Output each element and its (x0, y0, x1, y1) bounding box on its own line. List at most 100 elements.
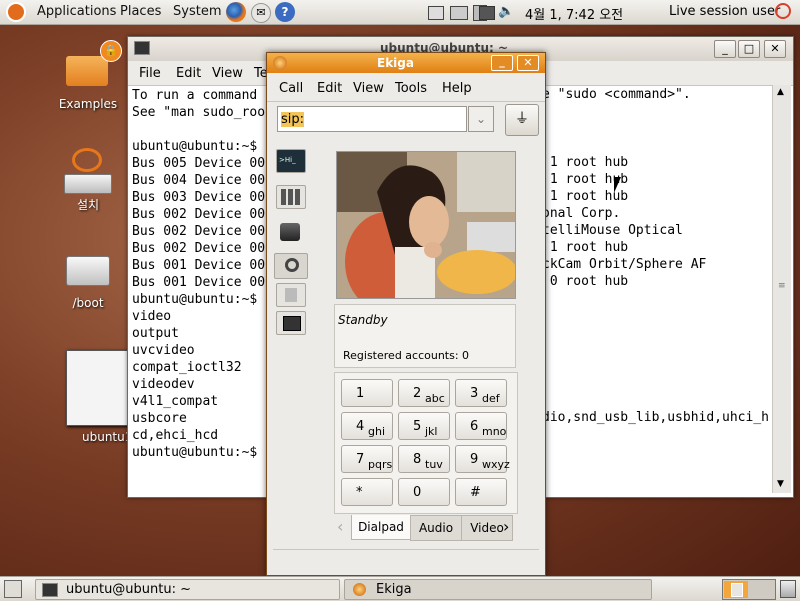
dialpad-key[interactable]: 6 mno (455, 412, 507, 440)
address-book-button[interactable] (276, 221, 306, 245)
mail-tray-icon[interactable] (450, 6, 468, 20)
desktop-icon-install[interactable]: 설치 (38, 148, 138, 216)
scroll-down-icon[interactable]: ▼ (777, 479, 784, 489)
dialpad-key[interactable]: 3 def (455, 379, 507, 407)
bottom-panel: ubuntu@ubuntu: ~ Ekiga (0, 576, 800, 601)
dialpad-key[interactable]: 4 ghi (341, 412, 393, 440)
hold-button[interactable] (276, 283, 306, 307)
tab-audio[interactable]: Audio (410, 515, 462, 541)
dialpad-key[interactable]: * (341, 478, 393, 506)
show-desktop-icon[interactable] (4, 580, 22, 598)
webcam-button[interactable] (274, 253, 308, 279)
monitor-icon (283, 316, 301, 331)
menu-separator (267, 101, 545, 102)
transfer-button[interactable] (276, 311, 306, 335)
terminal-line-fragment: 1 root hub (542, 240, 629, 255)
terminal-line-fragment: onal Corp. (542, 206, 621, 221)
dialpad-side-button[interactable] (276, 185, 306, 209)
terminal-line-fragment: 0 root hub (542, 274, 629, 289)
clock[interactable]: 4월 1, 7:42 오전 (525, 4, 623, 23)
volume-icon[interactable]: 🔈 (498, 4, 514, 19)
keyboard-indicator-icon[interactable] (428, 6, 444, 20)
menu-call[interactable]: Call (279, 81, 303, 96)
window-thumbnail-icon (731, 583, 743, 597)
system-menu[interactable]: System (173, 4, 221, 19)
terminal-scrollbar[interactable]: ▲ ≡ ▼ (772, 85, 791, 493)
taskbar-item-terminal[interactable]: ubuntu@ubuntu: ~ (35, 579, 340, 600)
drive-icon (64, 174, 112, 194)
terminal-line: ubuntu@ubuntu:~$ (132, 292, 258, 307)
desktop-icon-label: ubuntu1 (82, 430, 133, 444)
taskbar-item-ekiga[interactable]: Ekiga (344, 579, 652, 600)
dialpad-key[interactable]: # (455, 478, 507, 506)
dialpad-key[interactable]: 0 (398, 478, 450, 506)
video-preview (336, 151, 516, 299)
desktop-icon-boot[interactable]: /boot (38, 256, 138, 316)
mail-icon[interactable]: ✉ (251, 3, 271, 23)
terminal-line-fragment: ckCam Orbit/Sphere AF (542, 257, 707, 272)
terminal-line: Bus 002 Device 00 (132, 241, 266, 256)
terminal-line-fragment: 1 root hub (542, 155, 629, 170)
ekiga-titlebar[interactable]: Ekiga _ ✕ (267, 53, 545, 73)
applications-menu[interactable]: Applications (37, 4, 116, 19)
tab-dialpad[interactable]: Dialpad (351, 515, 411, 540)
ekiga-app-icon (273, 56, 287, 70)
session-user-label[interactable]: Live session user (669, 4, 780, 19)
dialpad-key[interactable]: 5 jkl (398, 412, 450, 440)
terminal-line: output (132, 326, 179, 341)
scroll-up-icon[interactable]: ▲ (777, 87, 784, 97)
terminal-line: See "man sudo_roo (132, 105, 266, 120)
bottom-separator (273, 549, 539, 550)
scroll-grip-icon[interactable]: ≡ (778, 281, 786, 291)
help-icon[interactable]: ? (275, 2, 295, 22)
menu-help[interactable]: Help (442, 81, 472, 96)
desktop-icon-label: Examples (58, 97, 118, 111)
dialpad-key[interactable]: 2 abc (398, 379, 450, 407)
mouse-cursor-icon (614, 177, 621, 193)
dialpad-key[interactable]: 8 tuv (398, 445, 450, 473)
firefox-icon[interactable] (226, 2, 246, 22)
connect-button[interactable]: ⏚ (505, 104, 539, 136)
menu-view[interactable]: View (353, 81, 384, 96)
minimize-button[interactable]: _ (714, 40, 736, 58)
tab-scroll-right-icon[interactable]: › (503, 517, 509, 536)
menu-edit[interactable]: Edit (317, 81, 342, 96)
sip-dropdown-button[interactable]: ⌄ (468, 106, 494, 132)
terminal-line: Bus 003 Device 00 (132, 190, 266, 205)
ubuntu-logo-icon[interactable] (6, 2, 26, 22)
dialpad-digit: 2 (413, 386, 422, 401)
power-icon[interactable] (775, 3, 791, 19)
menu-file[interactable]: File (139, 66, 161, 81)
desktop-icon-examples[interactable]: 🔒 Examples (38, 40, 138, 112)
trash-icon[interactable] (780, 580, 796, 598)
maximize-button[interactable]: □ (738, 40, 760, 58)
terminal-output[interactable]: To run a command See "man sudo_roo ubuntu@… (132, 87, 265, 461)
lock-icon: 🔒 (100, 40, 122, 62)
dialpad-digit: 1 (356, 386, 365, 401)
status-panel: Standby Registered accounts: 0 (334, 304, 516, 368)
terminal-line: To run a command (132, 88, 258, 103)
dialpad-key[interactable]: 9 wxyz (455, 445, 510, 473)
menu-edit[interactable]: Edit (176, 66, 201, 81)
terminal-line: Bus 005 Device 00 (132, 156, 266, 171)
top-panel: Applications Places System ✉ ? 🔈 4월 1, 7… (0, 0, 800, 25)
menu-tools[interactable]: Tools (395, 81, 427, 96)
menu-view[interactable]: View (212, 66, 243, 81)
terminal-line: Bus 002 Device 00 (132, 207, 266, 222)
terminal-line-fragment: e "sudo <command>". (542, 87, 691, 102)
dialpad-key[interactable]: 7 pqrs (341, 445, 393, 473)
network-icon[interactable] (479, 6, 495, 20)
minimize-button[interactable]: _ (491, 55, 513, 71)
close-button[interactable]: ✕ (764, 40, 786, 58)
chat-window-button[interactable]: >Hi_ (276, 149, 306, 173)
sip-address-input[interactable]: sip: (277, 106, 467, 132)
tab-scroll-left-icon[interactable]: ‹ (337, 517, 343, 536)
places-menu[interactable]: Places (120, 4, 161, 19)
dialpad-grid-icon (281, 189, 301, 205)
workspace-switcher[interactable] (722, 579, 776, 600)
dialpad-key[interactable]: 1 (341, 379, 393, 407)
desktop-icon-label: 설치 (76, 198, 100, 212)
close-button[interactable]: ✕ (517, 55, 539, 71)
taskbar-label: Ekiga (376, 582, 412, 597)
ekiga-window[interactable]: Ekiga _ ✕ Call Edit View Tools Help sip:… (266, 52, 546, 576)
